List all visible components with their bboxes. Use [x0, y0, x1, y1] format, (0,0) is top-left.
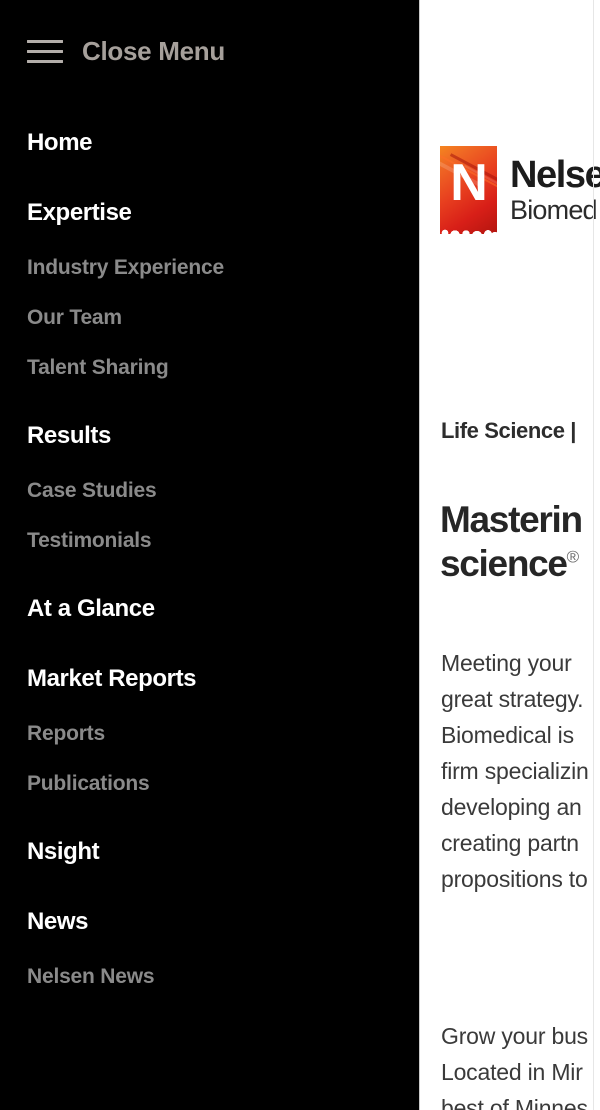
logo-letter: N [450, 154, 488, 212]
mobile-menu-screen: Close Menu Home Expertise Industry Exper… [0, 0, 600, 1110]
close-menu-label: Close Menu [82, 36, 225, 66]
nav-list: Home Expertise Industry Experience Our T… [0, 131, 419, 988]
site-logo[interactable]: N Nelse Biomed [440, 146, 600, 234]
sidebar-item-nsight[interactable]: Nsight [0, 840, 419, 864]
sidebar-item-news[interactable]: News [0, 910, 419, 934]
sidebar-item-talent-sharing[interactable]: Talent Sharing [0, 357, 419, 378]
sidebar-item-nelsen-news[interactable]: Nelsen News [0, 966, 419, 987]
sidebar-item-at-a-glance[interactable]: At a Glance [0, 597, 419, 621]
page-title: Masterin science® [440, 498, 600, 585]
brushstroke-logo-icon: N [440, 146, 497, 234]
body-paragraph-2: Grow your bus Located in Mir best of Min… [441, 1023, 588, 1110]
logo-company-subtitle: Biomed [510, 194, 598, 225]
sidebar-item-testimonials[interactable]: Testimonials [0, 530, 419, 551]
registered-trademark-icon: ® [566, 547, 580, 567]
sidebar-item-publications[interactable]: Publications [0, 773, 419, 794]
sidebar-item-home[interactable]: Home [0, 131, 419, 155]
navigation-sidebar: Close Menu Home Expertise Industry Exper… [0, 0, 419, 1110]
close-menu-button[interactable]: Close Menu [27, 38, 225, 64]
logo-wordmark: Nelse Biomed [510, 156, 600, 224]
logo-company-name: Nelse [510, 153, 600, 196]
sidebar-item-expertise[interactable]: Expertise [0, 201, 419, 225]
hamburger-icon [27, 39, 63, 63]
category-eyebrow: Life Science | [441, 418, 577, 443]
body-paragraph-1: Meeting your great strategy. Biomedical … [441, 650, 589, 892]
page-title-line-2: science® [440, 542, 580, 584]
sidebar-item-market-reports[interactable]: Market Reports [0, 667, 419, 691]
page-content: N Nelse Biomed Life Science | Masterin s… [420, 0, 600, 1110]
sidebar-item-results[interactable]: Results [0, 424, 419, 448]
page-title-line-1: Masterin [440, 499, 583, 540]
sidebar-item-our-team[interactable]: Our Team [0, 307, 419, 328]
page-edge-rule [593, 0, 594, 1110]
brush-edge [440, 217, 497, 234]
sidebar-item-case-studies[interactable]: Case Studies [0, 480, 419, 501]
sidebar-item-reports[interactable]: Reports [0, 723, 419, 744]
sidebar-item-industry-experience[interactable]: Industry Experience [0, 257, 419, 278]
